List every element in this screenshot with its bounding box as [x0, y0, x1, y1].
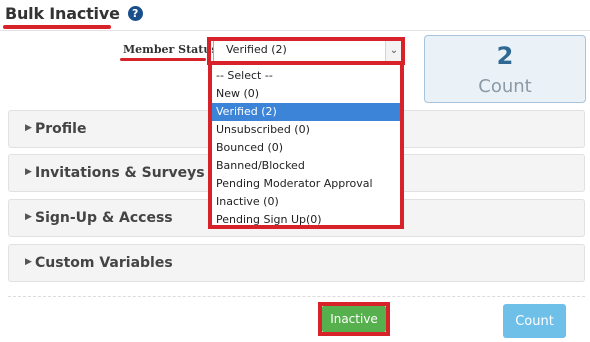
count-label: Count — [478, 76, 532, 97]
count-button[interactable]: Count — [503, 304, 566, 338]
page-header: Bulk Inactive ? — [5, 4, 143, 23]
panel-label: Sign-Up & Access — [35, 210, 173, 226]
count-value: 2 — [496, 42, 514, 70]
caret-right-icon: ▶ — [25, 257, 32, 267]
footer-divider — [8, 296, 585, 297]
dropdown-option[interactable]: Inactive (0) — [212, 193, 400, 211]
member-status-selected-value: Verified (2) — [226, 43, 287, 56]
dropdown-option[interactable]: Pending Moderator Approval — [212, 175, 400, 193]
dropdown-option[interactable]: Bounced (0) — [212, 139, 400, 157]
member-status-label: Member Status — [123, 43, 218, 56]
caret-right-icon: ▶ — [25, 167, 32, 177]
panel-label: Invitations & Surveys — [35, 165, 205, 181]
dropdown-option[interactable]: Unsubscribed (0) — [212, 121, 400, 139]
panel-label: Profile — [35, 121, 87, 137]
member-status-highlight-underline — [120, 58, 206, 61]
dropdown-option[interactable]: Pending Sign Up(0) — [212, 211, 400, 229]
member-status-dropdown-list[interactable]: -- Select -- New (0) Verified (2) Unsubs… — [208, 61, 404, 229]
count-display-box: 2 Count — [424, 35, 586, 103]
question-circle-icon[interactable]: ? — [127, 6, 143, 21]
title-highlight-underline — [3, 25, 111, 29]
panel-label: Custom Variables — [35, 255, 173, 271]
dropdown-option[interactable]: -- Select -- — [212, 67, 400, 85]
inactive-button[interactable]: Inactive — [322, 306, 386, 332]
caret-right-icon: ▶ — [25, 212, 32, 222]
member-status-select[interactable]: Verified (2) ⌄ — [213, 39, 403, 62]
caret-right-icon: ▶ — [25, 123, 32, 133]
dropdown-option-selected[interactable]: Verified (2) — [212, 103, 400, 121]
chevron-down-icon[interactable]: ⌄ — [385, 40, 402, 61]
panel-custom-variables[interactable]: ▶ Custom Variables — [8, 244, 585, 282]
dropdown-option[interactable]: Banned/Blocked — [212, 157, 400, 175]
dropdown-option[interactable]: New (0) — [212, 85, 400, 103]
header-divider — [0, 30, 590, 31]
page-title: Bulk Inactive — [5, 4, 120, 23]
